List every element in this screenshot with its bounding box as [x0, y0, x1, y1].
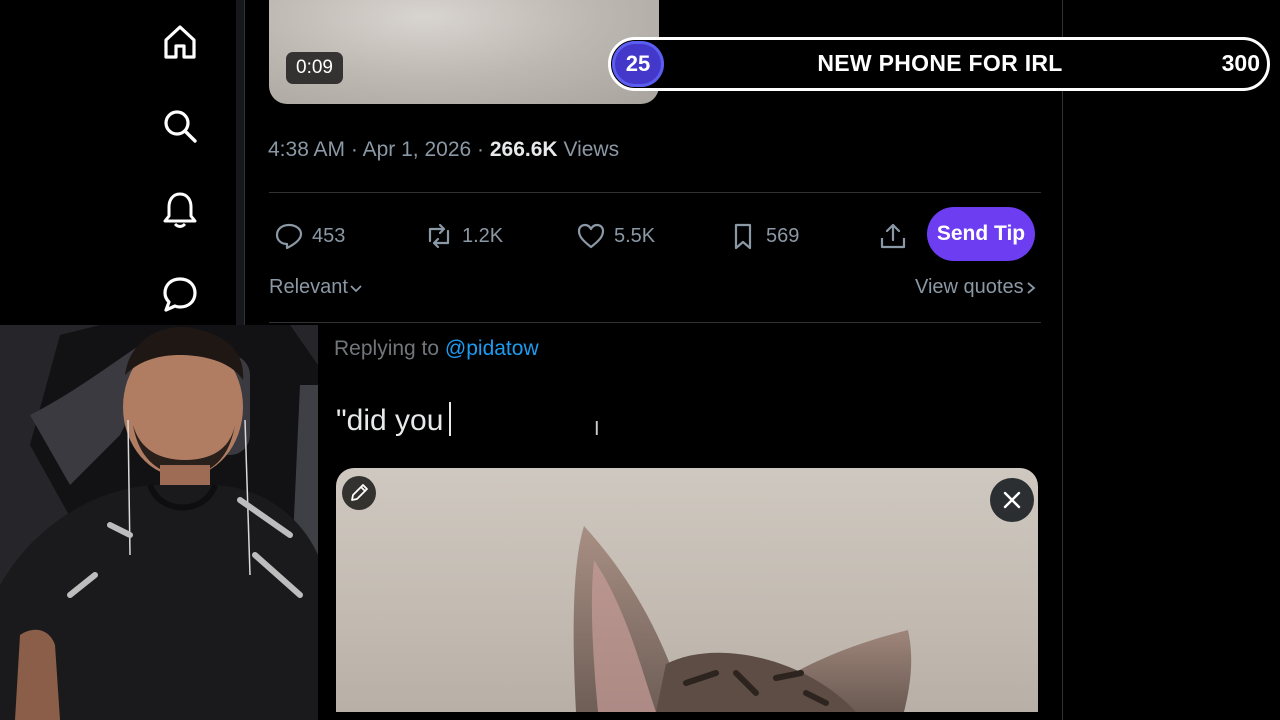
reply-sort-label: Relevant: [269, 276, 348, 298]
meta-separator: ·: [350, 138, 358, 161]
close-icon: [1003, 491, 1021, 509]
reply-count: 453: [312, 224, 346, 247]
view-quotes-label: View quotes: [915, 276, 1024, 298]
divider: [269, 322, 1041, 323]
repost-count: 1.2K: [462, 224, 504, 247]
webcam-overlay: [0, 325, 318, 720]
share-button[interactable]: [878, 218, 916, 254]
search-icon[interactable]: [160, 106, 200, 146]
bookmark-button[interactable]: 569: [728, 218, 799, 254]
goal-count-badge: 25: [612, 41, 664, 87]
meta-separator: ·: [477, 138, 485, 161]
main-column-border-right: [1062, 0, 1063, 720]
like-count: 5.5K: [614, 224, 656, 247]
bookmark-icon: [734, 223, 752, 250]
replying-to: Replying to @pidatow: [334, 337, 539, 361]
reply-textarea[interactable]: "did you: [336, 402, 452, 438]
goal-title: NEW PHONE FOR IRL: [817, 50, 1063, 76]
share-icon: [880, 223, 906, 249]
streamer-webcam: [0, 325, 318, 720]
views-count: 266.6K: [489, 138, 558, 161]
text-caret: [449, 402, 452, 436]
pencil-icon: [351, 484, 368, 501]
ibeam-cursor-icon: I: [594, 418, 600, 440]
chevron-right-icon: [1027, 281, 1035, 294]
video-duration: 0:09: [286, 52, 343, 84]
reply-text: "did you: [336, 404, 444, 437]
remove-image-button[interactable]: [990, 478, 1034, 522]
replying-to-label: Replying to: [334, 337, 440, 360]
chevron-down-icon: [350, 284, 362, 292]
edit-image-button[interactable]: [342, 476, 376, 510]
reply-button[interactable]: 453: [274, 218, 345, 254]
replying-to-handle[interactable]: @pidatow: [445, 337, 539, 360]
views-label: Views: [563, 138, 620, 161]
tweet-time[interactable]: 4:38 AM: [268, 138, 345, 161]
repost-button[interactable]: 1.2K: [424, 218, 503, 254]
cat-image: [573, 526, 912, 712]
tweet-date[interactable]: Apr 1, 2026: [363, 138, 472, 161]
heart-icon: [577, 223, 605, 249]
sidebar-divider: [236, 0, 244, 330]
view-quotes-link[interactable]: View quotes: [915, 276, 1038, 299]
repost-icon: [428, 223, 450, 249]
message-icon[interactable]: [160, 274, 200, 314]
bookmark-count: 569: [766, 224, 800, 247]
bell-icon[interactable]: [160, 190, 200, 230]
reply-icon: [275, 223, 303, 250]
divider: [269, 192, 1041, 193]
send-tip-button[interactable]: Send Tip: [927, 207, 1035, 261]
like-button[interactable]: 5.5K: [576, 218, 655, 254]
home-icon[interactable]: [160, 22, 200, 62]
attached-image[interactable]: [336, 468, 1038, 712]
tweet-meta: 4:38 AM · Apr 1, 2026 · 266.6K Views: [268, 138, 619, 162]
reply-sort-dropdown[interactable]: Relevant: [269, 276, 364, 299]
goal-target: 300: [1221, 50, 1260, 76]
